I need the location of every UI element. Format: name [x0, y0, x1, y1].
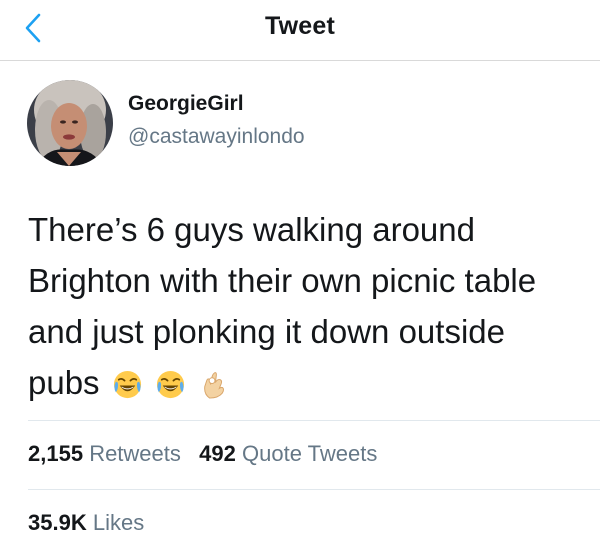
retweets-count: 2,155	[28, 441, 84, 466]
tweet-line: and just plonking it down outside	[28, 313, 505, 350]
likes-count: 35.9K	[28, 510, 87, 535]
face-with-tears-of-joy-icon	[155, 369, 186, 400]
tweet-line: Brighton with their own picnic table	[28, 262, 537, 299]
engagement-counts: 2,155 Retweets 492 Quote Tweets	[28, 441, 377, 467]
quotes-count: 492	[199, 441, 236, 466]
face-with-tears-of-joy-icon	[112, 369, 143, 400]
tweet-line: pubs	[28, 364, 100, 401]
stats-divider	[28, 420, 600, 421]
likes-link[interactable]: 35.9K Likes	[28, 510, 144, 535]
retweets-label: Retweets	[89, 441, 181, 466]
tweet-text: There’s 6 guys walking around Brighton w…	[28, 204, 588, 408]
likes-label: Likes	[92, 510, 145, 535]
tweet-line: There’s 6 guys walking around	[28, 211, 475, 248]
quote-tweets-link[interactable]: 492 Quote Tweets	[199, 441, 377, 466]
ok-hand-icon	[198, 369, 229, 400]
header-bar: Tweet	[0, 0, 600, 58]
stats-divider	[28, 489, 600, 490]
author-handle[interactable]: @castawayinlondo	[128, 125, 305, 149]
avatar[interactable]	[27, 80, 113, 166]
tweet-line-last: pubs	[28, 357, 588, 408]
header-divider	[0, 60, 600, 61]
likes-count-row: 35.9K Likes	[28, 510, 144, 536]
author-name[interactable]: GeorgieGirl	[128, 92, 244, 116]
page-title: Tweet	[265, 12, 335, 40]
retweets-link[interactable]: 2,155 Retweets	[28, 441, 181, 466]
quotes-label: Quote Tweets	[242, 441, 378, 466]
